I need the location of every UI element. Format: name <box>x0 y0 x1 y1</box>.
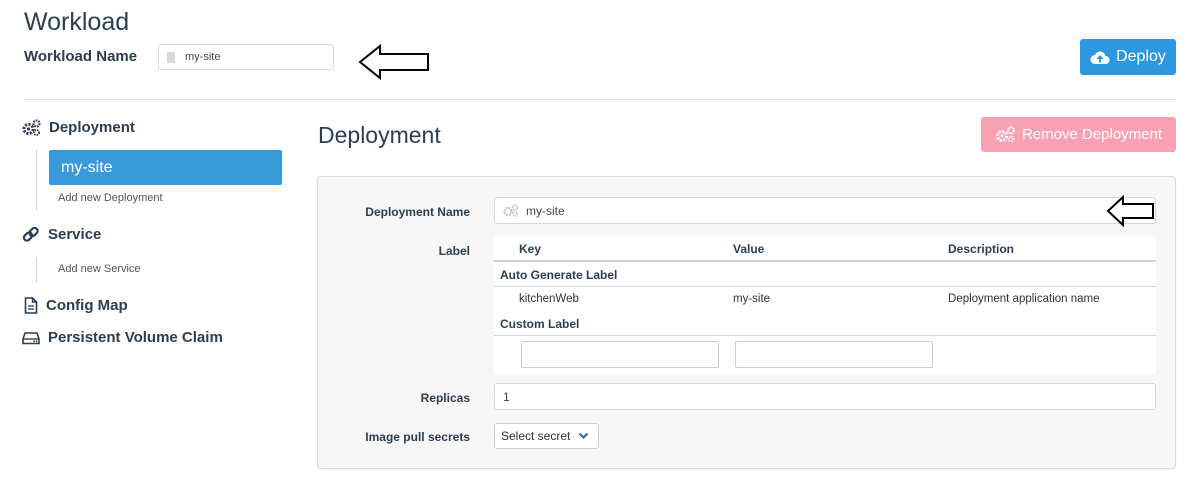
add-deployment-link[interactable]: Add new Deployment <box>58 192 163 204</box>
cogs-icon <box>503 204 519 217</box>
chevron-down-icon <box>579 432 589 440</box>
image-pull-secrets-label: Image pull secrets <box>365 430 470 444</box>
auto-generate-label-group: Auto Generate Label <box>500 268 618 282</box>
hard-drive-icon <box>22 331 40 344</box>
sidebar-item-deployment[interactable]: Deployment <box>22 119 135 136</box>
table-header-divider <box>494 260 1156 262</box>
replicas-label: Replicas <box>420 391 470 405</box>
custom-label-key-input[interactable] <box>521 341 719 368</box>
replicas-value: 1 <box>503 389 510 404</box>
custom-label-value-input[interactable] <box>735 341 933 368</box>
section-title: Deployment <box>318 122 441 148</box>
label-table-header-value: Value <box>733 242 765 256</box>
file-icon <box>24 297 38 314</box>
workload-name-value: my-site <box>185 51 221 63</box>
arrow-left-icon <box>358 44 429 80</box>
document-icon <box>167 51 175 63</box>
deployment-name-label: Deployment Name <box>365 205 470 219</box>
tree-line <box>36 150 37 210</box>
sidebar-item-pvc[interactable]: Persistent Volume Claim <box>22 329 223 346</box>
arrow-left-icon <box>1106 195 1154 227</box>
deploy-label: Deploy <box>1116 48 1166 65</box>
remove-deployment-button[interactable]: Remove Deployment <box>981 117 1176 152</box>
sidebar-item-label: my-site <box>61 158 113 176</box>
workload-name-label: Workload Name <box>24 48 138 65</box>
deployment-name-input[interactable]: my-site <box>494 197 1156 224</box>
workload-name-input[interactable]: my-site <box>158 44 334 70</box>
table-row-divider <box>494 286 1156 287</box>
sidebar-deployment-label: Deployment <box>49 119 135 136</box>
remove-deployment-label: Remove Deployment <box>1021 126 1163 143</box>
cogs-icon <box>995 126 1016 143</box>
replicas-input[interactable]: 1 <box>494 383 1156 410</box>
header-divider <box>24 99 1176 100</box>
custom-label-group: Custom Label <box>500 317 580 331</box>
sidebar-service-label: Service <box>48 226 102 243</box>
table-row-divider <box>494 335 1156 336</box>
cogs-icon <box>22 119 41 136</box>
image-pull-secrets-select[interactable]: Select secret <box>494 423 599 449</box>
sidebar-item-config-map[interactable]: Config Map <box>24 297 128 314</box>
auto-label-description: Deployment application name <box>948 293 1100 305</box>
deployment-name-value: my-site <box>526 203 565 218</box>
label-table-header-description: Description <box>948 242 1015 256</box>
auto-label-value: my-site <box>733 293 771 305</box>
sidebar-config-map-label: Config Map <box>46 297 128 314</box>
sidebar-item-service[interactable]: Service <box>22 226 101 243</box>
label-label: Label <box>438 244 470 258</box>
link-icon <box>22 226 39 242</box>
label-table-header-key: Key <box>519 242 542 256</box>
deploy-button[interactable]: Deploy <box>1080 39 1176 75</box>
add-service-link[interactable]: Add new Service <box>58 263 141 275</box>
cloud-upload-icon <box>1090 51 1110 64</box>
page-title: Workload <box>24 8 130 36</box>
tree-line <box>36 257 37 283</box>
auto-label-key: kitchenWeb <box>519 293 579 305</box>
sidebar-pvc-label: Persistent Volume Claim <box>48 329 223 346</box>
sidebar-item-my-site[interactable]: my-site <box>49 150 282 185</box>
select-secret-label: Select secret <box>501 429 571 443</box>
